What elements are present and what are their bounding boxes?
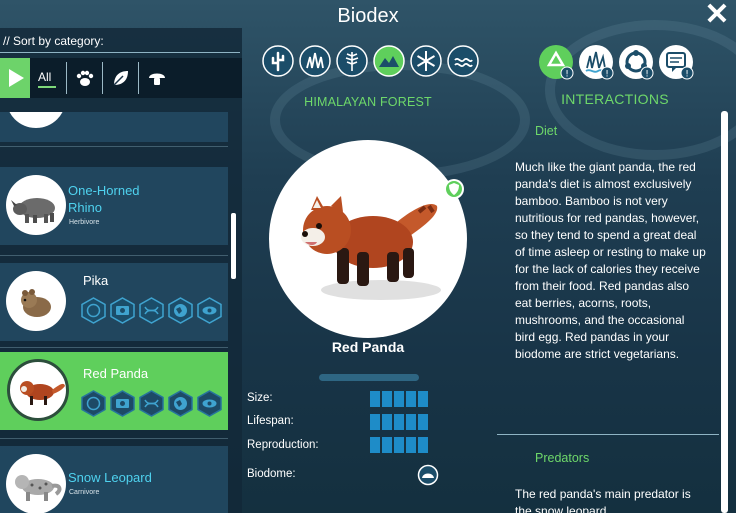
snow-leopard-image — [15, 475, 62, 501]
stat-label-biodome: Biodome: — [247, 468, 296, 480]
eye-hex-icon — [197, 390, 222, 417]
recycle-hex-icon — [81, 297, 106, 324]
filter-all-tab[interactable]: All — [38, 70, 51, 84]
sort-label: // Sort by category: — [3, 34, 104, 48]
cycle-icon[interactable]: ! — [618, 44, 656, 82]
species-list: One-Horned Rhino Herbivore Pika Red Pand… — [0, 112, 232, 513]
diet-text: Much like the giant panda, the red panda… — [515, 160, 706, 361]
list-item[interactable]: Snow Leopard Carnivore — [0, 446, 228, 513]
grass-icon[interactable] — [299, 45, 331, 77]
biome-title: HIMALAYAN FOREST — [304, 95, 432, 109]
species-name-line2: Rhino — [68, 200, 102, 215]
progress-bar — [319, 374, 419, 381]
avatar — [6, 271, 66, 331]
divider — [138, 62, 139, 94]
species-name: Snow Leopard — [68, 470, 152, 485]
species-diet: Carnivore — [69, 489, 100, 496]
list-item-selected[interactable]: Red Panda — [0, 352, 228, 430]
paw-icon[interactable] — [74, 67, 96, 89]
globe-hex-icon — [168, 390, 193, 417]
species-diet: Herbivore — [69, 219, 100, 226]
recycle-hex-icon — [81, 390, 106, 417]
svg-text:!: ! — [645, 70, 649, 80]
shield-badge-icon — [444, 179, 464, 199]
red-panda-portrait-image — [301, 196, 441, 300]
species-name: Red Panda — [83, 366, 149, 381]
mountain-icon[interactable] — [373, 45, 405, 77]
dna-hex-icon — [139, 390, 164, 417]
species-name: One-Horned — [68, 183, 140, 198]
sidebar-scrollbar[interactable] — [231, 213, 236, 279]
chat-icon[interactable]: ! — [658, 44, 696, 82]
svg-text:!: ! — [685, 70, 689, 80]
divider — [0, 52, 240, 53]
list-item[interactable] — [0, 112, 228, 142]
species-name: Pika — [83, 273, 109, 288]
divider — [0, 146, 228, 147]
divider — [497, 434, 719, 435]
active-tab-indicator — [38, 86, 56, 88]
divider — [66, 62, 67, 94]
category-filter-bar: All — [0, 58, 242, 98]
stat-label-lifespan: Lifespan: — [247, 415, 294, 427]
cactus-icon[interactable] — [262, 45, 294, 77]
avatar — [6, 112, 66, 128]
pika-image — [21, 289, 51, 317]
avatar — [7, 359, 69, 421]
stat-label-reproduction: Reproduction: — [247, 439, 319, 451]
section-heading-diet: Diet — [535, 124, 558, 138]
divider — [0, 438, 228, 439]
list-item[interactable]: One-Horned Rhino Herbivore — [0, 167, 228, 245]
grass-water-icon[interactable]: ! — [578, 44, 616, 82]
eye-hex-icon — [197, 297, 222, 324]
red-panda-image — [20, 381, 65, 405]
close-button[interactable]: ✕ — [700, 0, 734, 31]
water-icon[interactable] — [447, 45, 479, 77]
biodome-icon — [417, 464, 439, 486]
camera-hex-icon — [110, 297, 135, 324]
divider — [102, 62, 103, 94]
recycle-icon[interactable]: ! — [538, 44, 576, 82]
fern-icon[interactable] — [336, 45, 368, 77]
avatar — [6, 175, 66, 235]
divider — [0, 255, 228, 256]
snowflake-icon[interactable] — [410, 45, 442, 77]
avatar — [6, 454, 66, 513]
mushroom-icon[interactable] — [146, 67, 168, 89]
species-portrait — [269, 140, 467, 338]
species-sidebar: // Sort by category: All One-Horned Rhin… — [0, 28, 242, 513]
section-heading-predators: Predators — [535, 451, 590, 465]
divider — [0, 347, 228, 348]
background-dome — [545, 20, 736, 160]
predators-text: The red panda's main predator is the sno… — [515, 487, 691, 513]
dna-hex-icon — [139, 297, 164, 324]
page-title: Biodex — [337, 5, 399, 27]
list-item[interactable]: Pika — [0, 263, 228, 341]
stat-label-size: Size: — [247, 392, 273, 404]
svg-text:!: ! — [565, 70, 569, 80]
species-title: Red Panda — [331, 339, 405, 355]
camera-hex-icon — [110, 390, 135, 417]
play-icon[interactable] — [0, 58, 30, 98]
info-scrollbar[interactable] — [721, 111, 728, 513]
interactions-title: INTERACTIONS — [561, 91, 669, 107]
rhino-image — [11, 198, 55, 223]
globe-hex-icon — [168, 297, 193, 324]
leaf-icon[interactable] — [110, 67, 132, 89]
svg-text:!: ! — [605, 70, 609, 80]
